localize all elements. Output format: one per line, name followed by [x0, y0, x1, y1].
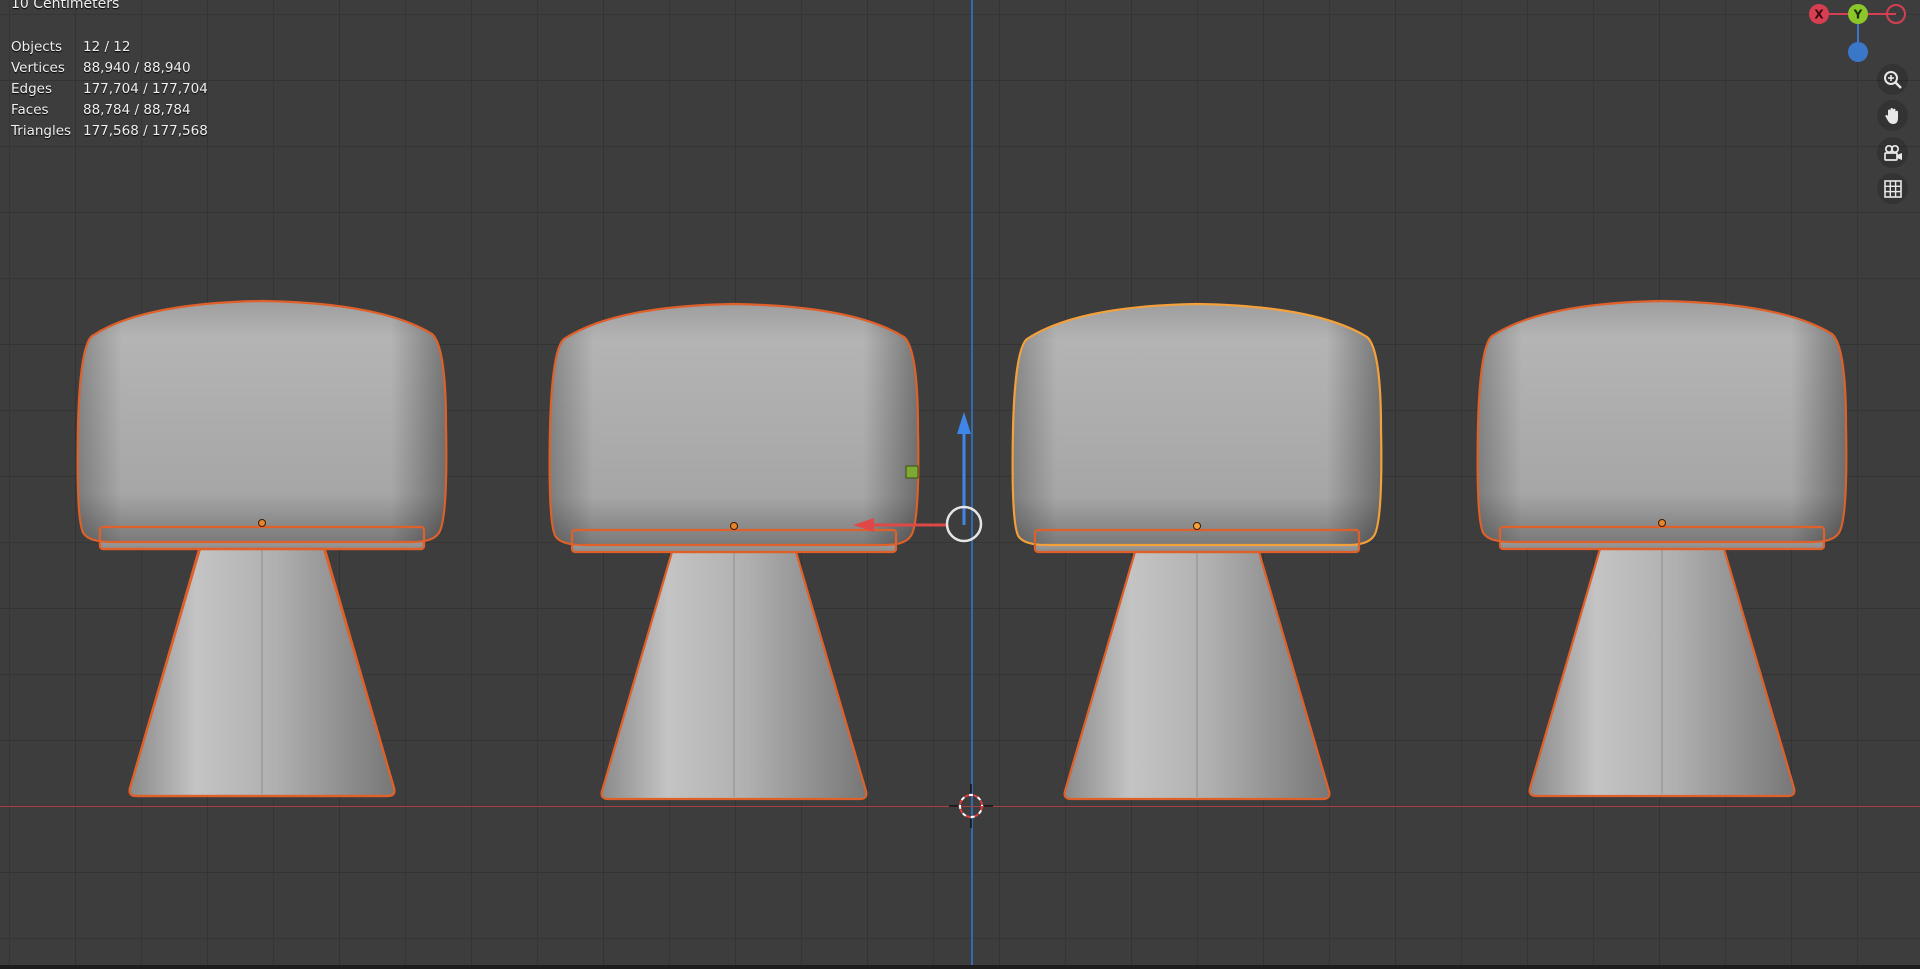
grid-icon[interactable]: [1877, 173, 1908, 204]
mushroom-object-4[interactable]: [1476, 299, 1848, 798]
3d-cursor-icon: [949, 784, 993, 828]
camera-icon[interactable]: [1877, 137, 1908, 168]
axis-y-label[interactable]: Y: [1853, 8, 1863, 22]
scene-objects: [76, 299, 1848, 828]
axis-z-ball: [1848, 42, 1868, 62]
hand-icon[interactable]: [1877, 100, 1908, 131]
viewport-bottom-border: [0, 965, 1920, 969]
axis-x-label[interactable]: X: [1814, 8, 1824, 22]
mushroom-object-active[interactable]: [1011, 302, 1383, 801]
mushroom-object-2[interactable]: [548, 302, 920, 801]
3d-viewport[interactable]: 10 Centimeters Objects 12 / 12 Vertices …: [0, 0, 1920, 965]
mushroom-object-1[interactable]: [76, 299, 448, 798]
zoom-icon[interactable]: [1877, 64, 1908, 95]
gizmo-z-arrow: [957, 412, 971, 434]
gizmo-plane-handle: [905, 465, 919, 479]
